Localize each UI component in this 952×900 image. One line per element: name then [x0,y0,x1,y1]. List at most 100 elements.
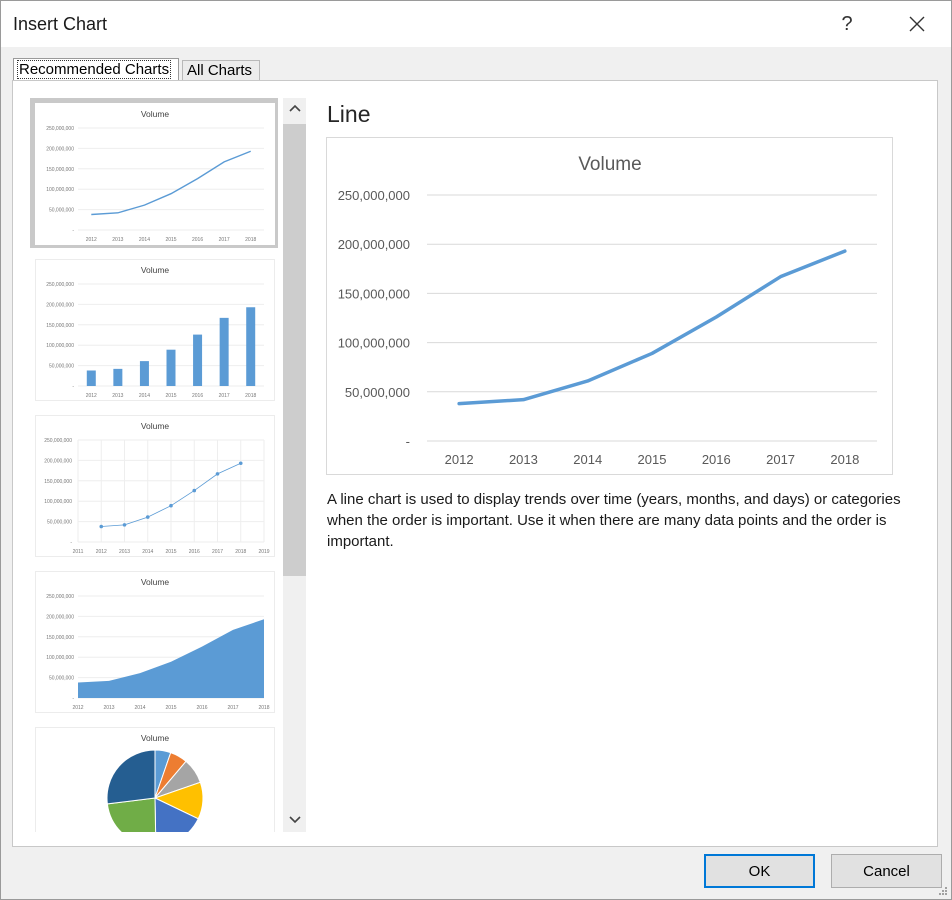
chart-thumbnail-column[interactable]: Volume 250,000,000 200,000,000 150,000,000 1… [30,254,278,404]
y-tick-label: - [72,696,74,702]
y-tick-label: - [406,434,410,449]
y-tick-label: 250,000,000 [46,126,74,132]
x-tick-label: 2016 [189,549,200,555]
scroll-down-button[interactable] [283,810,306,830]
y-tick-label: 100,000,000 [46,343,74,349]
tab-recommended-charts[interactable]: Recommended Charts [13,58,179,80]
scatter-point [238,461,243,466]
column-bar [166,349,176,386]
x-tick-label: 2015 [638,452,667,467]
chart-thumbnail-line[interactable]: Volume 250,000,000 200,000,000 150,000,000 1… [30,98,278,248]
y-tick-label: 200,000,000 [46,614,74,620]
chart-title: Volume [578,154,641,175]
chevron-down-icon [288,816,301,824]
recommended-panel: Volume 250,000,000 200,000,000 150,000,000 1… [12,80,938,847]
thumbnail-title: Volume [141,109,170,119]
y-tick-label: 200,000,000 [46,302,74,308]
thumbnail-pie-svg: Volume [106,733,204,832]
y-tick-label: 50,000,000 [49,208,74,214]
thumbnail-area-svg: Volume 250,000,000 200,000,000 150,000,000 1… [46,577,270,711]
y-tick-label: 250,000,000 [44,438,72,444]
help-button[interactable]: ? [825,7,869,41]
chart-thumbnail-scatter[interactable]: Volume 250,000,000 200,000,000 150,000,000 1… [30,410,278,560]
thumbnail-title: Volume [141,265,170,275]
scatter-point [192,488,197,493]
y-tick-label: 50,000,000 [345,385,410,400]
x-tick-label: 2018 [245,393,256,399]
series-line [457,249,847,406]
y-tick-label: - [70,540,72,546]
y-tick-label: 50,000,000 [49,364,74,370]
x-tick-label: 2014 [573,452,602,467]
y-tick-label: 250,000,000 [338,188,410,203]
chart-thumbnail-area[interactable]: Volume 250,000,000 200,000,000 150,000,000 1… [30,566,278,716]
x-tick-label: 2015 [165,549,176,555]
thumbnail-line-svg: Volume 250,000,000 200,000,000 150,000,000 1… [46,109,264,243]
cancel-button[interactable]: Cancel [831,854,942,888]
area-fill [78,619,264,698]
x-tick-label: 2012 [445,452,474,467]
x-tick-label: 2015 [165,705,176,711]
tab-all-charts[interactable]: All Charts [182,60,260,80]
scrollbar-thumb[interactable] [283,124,306,576]
y-tick-label: 250,000,000 [46,594,74,600]
x-tick-label: 2012 [96,549,107,555]
column-bar [193,334,203,386]
preview-chart: Volume 250,000,000 200,000,000 150,000,000 1… [326,137,893,475]
x-tick-label: 2014 [139,237,150,243]
x-tick-label: 2013 [112,237,123,243]
x-tick-label: 2017 [219,237,230,243]
chart-thumbnail-pie[interactable]: Volume [30,722,278,832]
thumbnail-title: Volume [141,733,170,743]
scatter-point [122,523,127,527]
y-tick-label: 250,000,000 [46,282,74,288]
scatter-point [169,503,173,508]
x-tick-label: 2012 [86,237,97,243]
close-button[interactable] [895,7,939,41]
insert-chart-dialog: Insert Chart ? Recommended Charts All Ch… [0,0,952,900]
thumbnail-canvas: Volume [35,727,275,832]
preview-chart-svg: Volume 250,000,000 200,000,000 150,000,000 1… [338,154,877,467]
thumbnail-canvas: Volume 250,000,000 200,000,000 150,000,000 1… [35,103,275,245]
x-tick-label: 2018 [245,237,256,243]
x-tick-label: 2013 [509,452,538,467]
column-bar [246,307,256,386]
resize-grip-icon[interactable] [938,886,948,896]
y-tick-label: 100,000,000 [46,187,74,193]
x-tick-label: 2015 [165,393,176,399]
scatter-point [215,472,220,476]
x-tick-label: 2012 [72,705,83,711]
y-tick-label: 50,000,000 [47,520,72,526]
chart-description: A line chart is used to display trends o… [327,491,901,550]
x-tick-label: 2013 [119,549,130,555]
scatter-point [99,524,104,529]
y-tick-label: 150,000,000 [46,323,74,329]
gallery-scrollbar[interactable] [283,98,306,832]
y-tick-label: 200,000,000 [338,237,410,252]
column-bar [113,368,123,386]
thumbnail-title: Volume [141,421,170,431]
series-line [91,150,251,216]
scatter-point [145,515,150,519]
x-tick-label: 2018 [258,705,269,711]
thumbnail-title: Volume [141,577,170,587]
y-tick-label: 150,000,000 [46,167,74,173]
close-icon [909,16,925,32]
x-tick-label: 2014 [142,549,153,555]
y-tick-label: 100,000,000 [338,336,410,351]
column-bar [86,370,96,386]
thumbnail-canvas: Volume 250,000,000 200,000,000 150,000,000 1… [35,415,275,557]
chevron-up-icon [288,104,301,112]
x-tick-label: 2016 [192,393,203,399]
x-tick-label: 2018 [235,549,246,555]
x-tick-label: 2018 [830,452,859,467]
ok-button[interactable]: OK [704,854,815,888]
thumbnail-column-svg: Volume 250,000,000 200,000,000 150,000,000 1… [46,265,264,399]
scroll-up-button[interactable] [283,98,306,118]
column-bar [219,317,229,386]
y-tick-label: 200,000,000 [46,146,74,152]
thumbnail-scatter-svg: Volume 250,000,000 200,000,000 150,000,000 1… [44,421,270,555]
x-tick-label: 2016 [196,705,207,711]
x-tick-label: 2017 [219,393,230,399]
x-tick-label: 2012 [86,393,97,399]
